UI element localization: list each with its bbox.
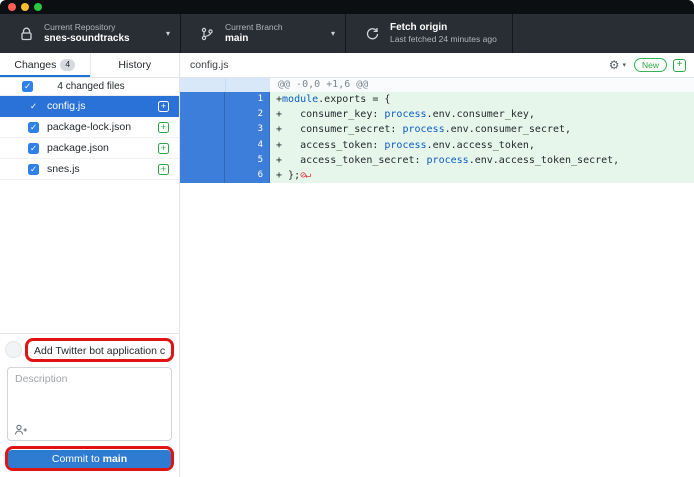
fetch-origin-sublabel: Last fetched 24 minutes ago bbox=[390, 34, 502, 45]
diff-line-1: 1 +module.exports = { bbox=[180, 92, 694, 107]
minimize-window-button[interactable] bbox=[21, 3, 29, 11]
zoom-window-button[interactable] bbox=[34, 3, 42, 11]
tab-changes-label: Changes bbox=[14, 59, 56, 71]
file-checkbox[interactable]: ✓ bbox=[28, 143, 39, 154]
tab-history[interactable]: History bbox=[90, 53, 180, 77]
chevron-down-icon: ▾ bbox=[331, 29, 335, 38]
diff-options-button[interactable]: ⚙ ▾ bbox=[609, 58, 626, 72]
current-repository-label: Current Repository bbox=[44, 22, 162, 33]
added-file-icon: + bbox=[158, 164, 169, 175]
tab-history-label: History bbox=[118, 59, 151, 71]
chevron-down-icon: ▾ bbox=[622, 61, 626, 69]
diff-code: + };⊘↵ bbox=[270, 168, 694, 183]
sidebar-tabs: Changes 4 History bbox=[0, 53, 179, 78]
sidebar-empty-space bbox=[0, 180, 179, 333]
file-row-package-json[interactable]: ✓ package.json + bbox=[0, 138, 179, 159]
file-name: snes.js bbox=[47, 163, 158, 175]
commit-button-prefix: Commit to bbox=[52, 453, 103, 465]
diff-code: + access_token_secret: process.env.acces… bbox=[270, 153, 694, 168]
diff-gutter-old[interactable] bbox=[180, 153, 225, 168]
diff-view: @@ -0,0 +1,6 @@ 1 +module.exports = { 2 … bbox=[180, 78, 694, 183]
file-row-snes-js[interactable]: ✓ snes.js + bbox=[0, 159, 179, 180]
diff-gutter-old[interactable] bbox=[180, 168, 225, 183]
titlebar bbox=[0, 0, 694, 14]
git-branch-icon bbox=[199, 26, 215, 42]
file-checkbox[interactable]: ✓ bbox=[28, 164, 39, 175]
fetch-origin-label: Fetch origin bbox=[390, 22, 502, 35]
diff-line-4: 4 + access_token: process.env.access_tok… bbox=[180, 138, 694, 153]
commit-panel: Commit to main bbox=[0, 333, 179, 477]
lock-icon bbox=[18, 26, 34, 42]
file-checkbox[interactable]: ✓ bbox=[28, 122, 39, 133]
added-file-icon: + bbox=[158, 143, 169, 154]
added-file-icon: + bbox=[158, 122, 169, 133]
select-all-checkbox[interactable]: ✓ bbox=[22, 81, 33, 92]
hunk-header-row: @@ -0,0 +1,6 @@ bbox=[180, 78, 694, 92]
current-branch-label: Current Branch bbox=[225, 22, 327, 33]
no-newline-icon: ⊘↵ bbox=[300, 170, 310, 181]
changed-files-count: 4 changed files bbox=[33, 81, 179, 92]
diff-code: + consumer_secret: process.env.consumer_… bbox=[270, 122, 694, 137]
tab-changes[interactable]: Changes 4 bbox=[0, 53, 90, 77]
diff-file-name: config.js bbox=[190, 59, 609, 71]
diff-gutter-new[interactable]: 1 bbox=[225, 92, 270, 107]
diff-code: +module.exports = { bbox=[270, 92, 694, 107]
commit-description-input[interactable] bbox=[8, 368, 171, 440]
diff-file-header: config.js ⚙ ▾ New + bbox=[180, 53, 694, 78]
commit-button-branch: main bbox=[103, 453, 128, 465]
added-file-icon: + bbox=[158, 101, 169, 112]
hunk-header-text: @@ -0,0 +1,6 @@ bbox=[270, 78, 694, 92]
fetch-origin-button[interactable]: Fetch origin Last fetched 24 minutes ago bbox=[346, 14, 513, 53]
current-branch-button[interactable]: Current Branch main ▾ bbox=[181, 14, 346, 53]
gear-icon: ⚙ bbox=[609, 58, 620, 72]
changed-files-header: ✓ 4 changed files bbox=[0, 78, 179, 96]
chevron-down-icon: ▾ bbox=[166, 29, 170, 38]
commit-description-box bbox=[7, 367, 172, 441]
file-name: package.json bbox=[47, 142, 158, 154]
added-file-icon: + bbox=[673, 59, 686, 72]
sync-icon bbox=[364, 26, 380, 42]
diff-code: + consumer_key: process.env.consumer_key… bbox=[270, 107, 694, 122]
changes-count-badge: 4 bbox=[60, 59, 75, 70]
diff-gutter-old[interactable] bbox=[180, 92, 225, 107]
current-branch-value: main bbox=[225, 33, 327, 46]
annotation-highlight-summary bbox=[25, 338, 174, 363]
user-avatar bbox=[5, 341, 22, 358]
current-repository-button[interactable]: Current Repository snes-soundtracks ▾ bbox=[0, 14, 181, 53]
toolbar-empty-area bbox=[513, 14, 694, 53]
file-name: package-lock.json bbox=[47, 121, 158, 133]
toolbar: Current Repository snes-soundtracks ▾ Cu… bbox=[0, 14, 694, 53]
commit-to-main-button[interactable]: Commit to main bbox=[8, 450, 171, 468]
file-checkbox[interactable]: ✓ bbox=[28, 101, 39, 112]
diff-line-2: 2 + consumer_key: process.env.consumer_k… bbox=[180, 107, 694, 122]
file-name: config.js bbox=[47, 100, 158, 112]
github-desktop-window: Current Repository snes-soundtracks ▾ Cu… bbox=[0, 0, 694, 477]
new-file-badge: New bbox=[634, 58, 667, 72]
diff-gutter-old[interactable] bbox=[180, 138, 225, 153]
current-repository-value: snes-soundtracks bbox=[44, 33, 162, 46]
diff-pane: config.js ⚙ ▾ New + @@ -0,0 +1,6 @@ 1 +m… bbox=[180, 53, 694, 477]
changes-sidebar: Changes 4 History ✓ 4 changed files ✓ co… bbox=[0, 53, 180, 477]
diff-line-3: 3 + consumer_secret: process.env.consume… bbox=[180, 122, 694, 137]
diff-gutter-old[interactable] bbox=[180, 122, 225, 137]
file-row-package-lock-json[interactable]: ✓ package-lock.json + bbox=[0, 117, 179, 138]
diff-line-6: 6 + };⊘↵ bbox=[180, 168, 694, 183]
diff-gutter-old[interactable] bbox=[180, 107, 225, 122]
annotation-highlight-commit: Commit to main bbox=[5, 446, 174, 471]
diff-gutter-new[interactable]: 3 bbox=[225, 122, 270, 137]
diff-gutter-new[interactable]: 4 bbox=[225, 138, 270, 153]
diff-gutter-new[interactable]: 6 bbox=[225, 168, 270, 183]
close-window-button[interactable] bbox=[8, 3, 16, 11]
diff-gutter-new[interactable]: 5 bbox=[225, 153, 270, 168]
diff-gutter-new[interactable]: 2 bbox=[225, 107, 270, 122]
add-coauthor-icon[interactable] bbox=[14, 424, 28, 436]
diff-line-5: 5 + access_token_secret: process.env.acc… bbox=[180, 153, 694, 168]
commit-summary-input[interactable] bbox=[28, 342, 171, 359]
file-row-config-js[interactable]: ✓ config.js + bbox=[0, 96, 179, 117]
diff-code: + access_token: process.env.access_token… bbox=[270, 138, 694, 153]
